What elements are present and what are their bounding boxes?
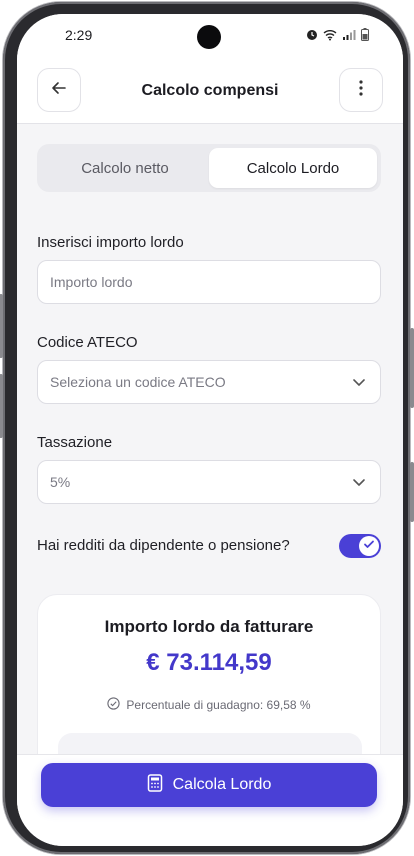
status-time: 2:29 — [65, 27, 93, 43]
percentage-text: Percentuale di guadagno: 69,58 % — [126, 698, 311, 712]
camera-punch-hole — [197, 25, 221, 49]
result-percentage: Percentuale di guadagno: 69,58 % — [38, 697, 380, 713]
signal-icon — [342, 28, 356, 46]
more-vertical-icon — [359, 79, 363, 101]
result-title: Importo lordo da fatturare — [104, 617, 314, 636]
toggle-knob — [359, 536, 379, 556]
volume-down-button — [0, 374, 3, 438]
phone-frame: 2:29 Calcolo compensi Calcolo netto Calc… — [0, 2, 414, 854]
chevron-down-icon — [352, 475, 366, 492]
battery-icon — [361, 28, 369, 46]
tax-label: Tassazione — [37, 434, 113, 451]
gross-amount-label: Inserisci importo lordo — [37, 234, 184, 251]
result-amount: € 73.114,59 — [146, 649, 272, 676]
more-options-button[interactable] — [339, 68, 383, 112]
ateco-select[interactable]: Seleziona un codice ATECO — [37, 360, 381, 404]
tab-calcolo-netto[interactable]: Calcolo netto — [41, 148, 209, 188]
tab-calcolo-lordo[interactable]: Calcolo Lordo — [209, 148, 377, 188]
ateco-label: Codice ATECO — [37, 334, 138, 351]
calcola-lordo-button[interactable]: Calcola Lordo — [41, 763, 377, 807]
gross-amount-placeholder: Importo lordo — [50, 274, 133, 290]
tax-select[interactable]: 5% — [37, 460, 381, 504]
calculator-icon — [147, 773, 163, 797]
calc-mode-tabs: Calcolo netto Calcolo Lordo — [37, 144, 381, 192]
screen: 2:29 Calcolo compensi Calcolo netto Calc… — [17, 14, 403, 846]
bottom-action-bar: Calcola Lordo — [17, 754, 403, 846]
employee-income-label: Hai redditi da dipendente o pensione? — [37, 537, 290, 554]
power-button — [410, 328, 414, 408]
ateco-placeholder: Seleziona un codice ATECO — [50, 374, 226, 390]
volume-up-button — [0, 294, 3, 358]
alarm-icon — [306, 28, 318, 46]
main-content: Calcolo netto Calcolo Lordo Inserisci im… — [17, 124, 403, 794]
side-button — [410, 462, 414, 522]
status-bar: 2:29 — [17, 14, 403, 60]
status-icons — [306, 28, 369, 46]
wifi-icon — [323, 28, 337, 46]
check-circle-icon — [107, 697, 121, 713]
cta-label: Calcola Lordo — [172, 776, 272, 793]
chevron-down-icon — [352, 375, 366, 392]
gross-amount-input[interactable]: Importo lordo — [37, 260, 381, 304]
tax-value: 5% — [50, 474, 71, 490]
employee-income-row: Hai redditi da dipendente o pensione? — [37, 532, 381, 560]
check-icon — [363, 537, 375, 555]
employee-income-toggle[interactable] — [339, 534, 381, 558]
app-header: Calcolo compensi — [17, 60, 403, 124]
